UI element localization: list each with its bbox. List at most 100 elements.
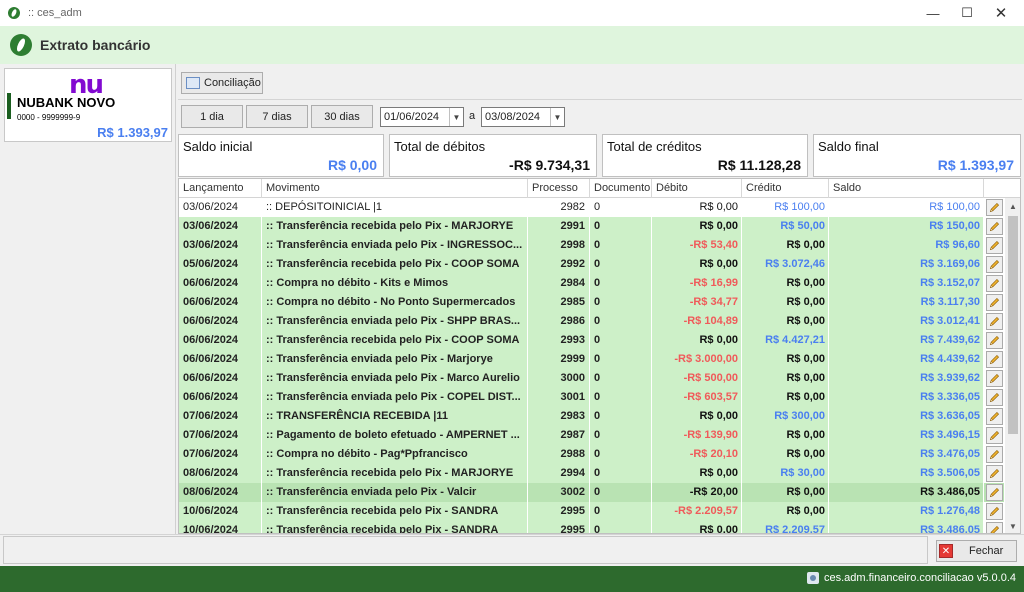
close-red-icon: ✕ [939, 544, 953, 558]
scrollbar-thumb[interactable] [1008, 216, 1018, 434]
date-from-picker[interactable]: 01/06/2024 ▼ [380, 107, 464, 127]
cell-documento: 0 [590, 198, 652, 217]
table-row[interactable]: 07/06/2024:: TRANSFERÊNCIA RECEBIDA |11 2… [179, 407, 1005, 426]
scroll-up-icon[interactable]: ▲ [1005, 198, 1020, 214]
table-row[interactable]: 06/06/2024:: Transferência enviada pelo … [179, 369, 1005, 388]
edit-pencil-icon[interactable] [985, 351, 1003, 368]
edit-pencil-icon[interactable] [985, 294, 1003, 311]
table-scrollbar[interactable]: ▲ ▼ [1005, 198, 1020, 533]
cell-credito: R$ 300,00 [742, 407, 829, 426]
table-row[interactable]: 07/06/2024:: Pagamento de boleto efetuad… [179, 426, 1005, 445]
edit-pencil-icon[interactable] [985, 370, 1003, 387]
cell-edit [984, 521, 1005, 533]
summary-total-creditos: Total de créditos R$ 11.128,28 [602, 134, 808, 177]
cell-edit [984, 464, 1005, 483]
edit-pencil-icon[interactable] [985, 218, 1003, 235]
column-header-saldo[interactable]: Saldo [829, 179, 984, 198]
cell-lancamento: 07/06/2024 [179, 445, 262, 464]
status-bar: ces.adm.financeiro.conciliacao v5.0.0.4 [0, 566, 1024, 592]
edit-pencil-icon[interactable] [985, 484, 1003, 501]
cell-processo: 2991 [528, 217, 590, 236]
column-header-lancamento[interactable]: Lançamento [179, 179, 262, 198]
app-logo-icon [8, 7, 20, 19]
table-row[interactable]: 06/06/2024:: Transferência recebida pelo… [179, 331, 1005, 350]
table-row[interactable]: 05/06/2024:: Transferência recebida pelo… [179, 255, 1005, 274]
summary-value: R$ 0,00 [327, 157, 377, 173]
cell-documento: 0 [590, 426, 652, 445]
page-header: Extrato bancário [0, 26, 1024, 64]
cell-saldo: R$ 1.276,48 [829, 502, 984, 521]
status-app-icon [807, 572, 819, 584]
cell-documento: 0 [590, 293, 652, 312]
account-card[interactable]: nu NUBANK NOVO 0000 - 9999999-9 R$ 1.393… [4, 68, 172, 142]
edit-pencil-icon[interactable] [985, 275, 1003, 292]
column-header-movimento[interactable]: Movimento [262, 179, 528, 198]
table-row[interactable]: 03/06/2024:: Transferência recebida pelo… [179, 217, 1005, 236]
cell-processo: 2985 [528, 293, 590, 312]
close-icon[interactable]: ✕ [978, 0, 1024, 26]
cell-processo: 2987 [528, 426, 590, 445]
cell-saldo: R$ 3.486,05 [829, 483, 984, 502]
dropdown-icon[interactable]: ▼ [550, 108, 564, 126]
edit-pencil-icon[interactable] [985, 313, 1003, 330]
cell-edit [984, 236, 1005, 255]
scroll-down-icon[interactable]: ▼ [1005, 518, 1020, 533]
cell-credito: R$ 0,00 [742, 236, 829, 255]
edit-pencil-icon[interactable] [985, 237, 1003, 254]
cell-edit [984, 426, 1005, 445]
edit-pencil-icon[interactable] [985, 446, 1003, 463]
table-row[interactable]: 06/06/2024:: Compra no débito - No Ponto… [179, 293, 1005, 312]
table-row[interactable]: 06/06/2024:: Transferência enviada pelo … [179, 350, 1005, 369]
table-row[interactable]: 07/06/2024:: Compra no débito - Pag*Ppfr… [179, 445, 1005, 464]
cell-saldo: R$ 3.636,05 [829, 407, 984, 426]
summary-saldo-final: Saldo final R$ 1.393,97 [813, 134, 1021, 177]
cell-debito: -R$ 20,10 [652, 445, 742, 464]
cell-saldo: R$ 100,00 [829, 198, 984, 217]
table-row[interactable]: 08/06/2024:: Transferência enviada pelo … [179, 483, 1005, 502]
summary-total-debitos: Total de débitos -R$ 9.734,31 [389, 134, 597, 177]
edit-pencil-icon[interactable] [985, 408, 1003, 425]
period-7-days-button[interactable]: 7 dias [246, 105, 308, 128]
column-header-credito[interactable]: Crédito [742, 179, 829, 198]
column-header-documento[interactable]: Documento [590, 179, 652, 198]
cell-processo: 2994 [528, 464, 590, 483]
table-row[interactable]: 10/06/2024:: Transferência recebida pelo… [179, 502, 1005, 521]
edit-pencil-icon[interactable] [985, 389, 1003, 406]
period-30-days-button[interactable]: 30 dias [311, 105, 373, 128]
edit-pencil-icon[interactable] [985, 427, 1003, 444]
table-row[interactable]: 03/06/2024:: Transferência enviada pelo … [179, 236, 1005, 255]
cell-credito: R$ 50,00 [742, 217, 829, 236]
cell-lancamento: 07/06/2024 [179, 407, 262, 426]
edit-pencil-icon[interactable] [985, 522, 1003, 533]
table-row[interactable]: 08/06/2024:: Transferência recebida pelo… [179, 464, 1005, 483]
window-titlebar: :: ces_adm — ☐ ✕ [0, 0, 1024, 26]
conciliacao-button[interactable]: Conciliação [181, 72, 263, 94]
edit-pencil-icon[interactable] [985, 332, 1003, 349]
edit-pencil-icon[interactable] [985, 465, 1003, 482]
cell-edit [984, 407, 1005, 426]
edit-pencil-icon[interactable] [985, 256, 1003, 273]
cell-lancamento: 03/06/2024 [179, 236, 262, 255]
table-row[interactable]: 10/06/2024:: Transferência recebida pelo… [179, 521, 1005, 533]
page-title: Extrato bancário [40, 37, 151, 53]
cell-edit [984, 350, 1005, 369]
cell-credito: R$ 30,00 [742, 464, 829, 483]
cell-debito: -R$ 3.000,00 [652, 350, 742, 369]
edit-pencil-icon[interactable] [985, 503, 1003, 520]
table-row[interactable]: 06/06/2024:: Transferência enviada pelo … [179, 312, 1005, 331]
dropdown-icon[interactable]: ▼ [449, 108, 463, 126]
cell-documento: 0 [590, 521, 652, 533]
summary-label: Total de débitos [394, 139, 486, 154]
cell-saldo: R$ 150,00 [829, 217, 984, 236]
close-button[interactable]: ✕ Fechar [936, 540, 1017, 562]
cell-saldo: R$ 3.486,05 [829, 521, 984, 533]
column-header-debito[interactable]: Débito [652, 179, 742, 198]
table-row[interactable]: 03/06/2024:: DEPÓSITOINICIAL |1 2982 0 R$ 0… [179, 198, 1005, 217]
table-row[interactable]: 06/06/2024:: Transferência enviada pelo … [179, 388, 1005, 407]
period-1-day-button[interactable]: 1 dia [181, 105, 243, 128]
column-header-processo[interactable]: Processo [528, 179, 590, 198]
table-row[interactable]: 06/06/2024:: Compra no débito - Kits e M… [179, 274, 1005, 293]
edit-pencil-icon[interactable] [985, 199, 1003, 216]
date-to-picker[interactable]: 03/08/2024 ▼ [481, 107, 565, 127]
cell-documento: 0 [590, 464, 652, 483]
